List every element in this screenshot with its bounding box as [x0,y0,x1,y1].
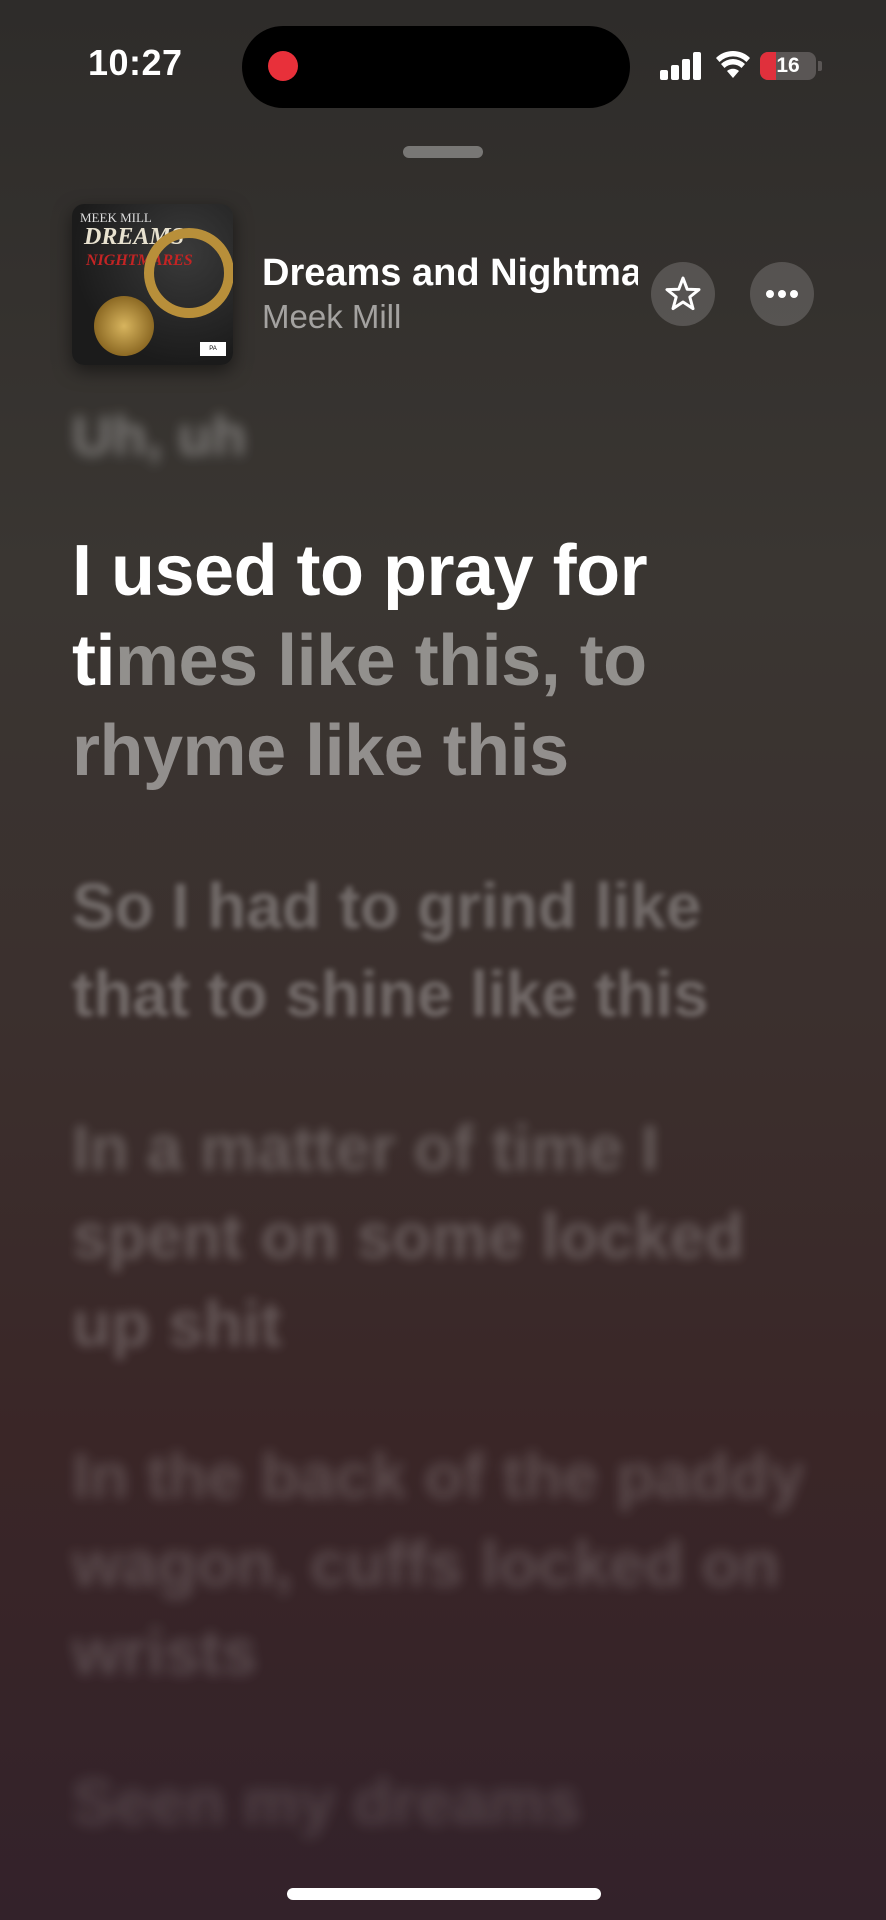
now-playing-header: MEEK MILL DREAMS NIGHTMARES PA Dreams an… [0,204,886,365]
dynamic-island[interactable] [242,26,630,108]
more-options-button[interactable] [750,262,814,326]
lyric-line-next[interactable]: So I had to grind like that to shine lik… [72,862,812,1038]
favorite-button[interactable] [651,262,715,326]
lyric-line-next[interactable]: In a matter of time I spent on some lock… [72,1104,812,1368]
battery-level: 16 [776,54,800,77]
ellipsis-icon [766,290,798,298]
lyric-line-current[interactable]: I used to pray for times like this, to r… [72,526,762,796]
recording-indicator-icon [268,51,298,81]
battery-icon: 16 [760,52,816,80]
sheet-grabber[interactable] [403,146,483,158]
lyric-current-unsung: mes like this, to rhyme like this [72,621,647,791]
battery-nub [818,61,822,71]
handcuff-graphic [144,228,233,318]
lyric-line-next[interactable]: In the back of the paddy wagon, cuffs lo… [72,1432,812,1696]
wifi-icon [716,50,750,78]
star-icon [665,276,701,311]
parental-advisory-badge: PA [200,342,226,356]
watch-graphic [94,296,154,356]
album-art[interactable]: MEEK MILL DREAMS NIGHTMARES PA [72,204,233,365]
cellular-signal-icon [660,52,702,80]
lyric-line-next[interactable]: Seen my dreams [72,1758,812,1846]
status-bar: 10:27 16 [0,0,886,120]
home-indicator[interactable] [287,1888,601,1900]
status-time: 10:27 [88,42,183,83]
song-artist[interactable]: Meek Mill [262,298,401,336]
lyric-line-previous[interactable]: Uh, uh [72,392,246,480]
song-title[interactable]: Dreams and Nightma [262,252,638,295]
